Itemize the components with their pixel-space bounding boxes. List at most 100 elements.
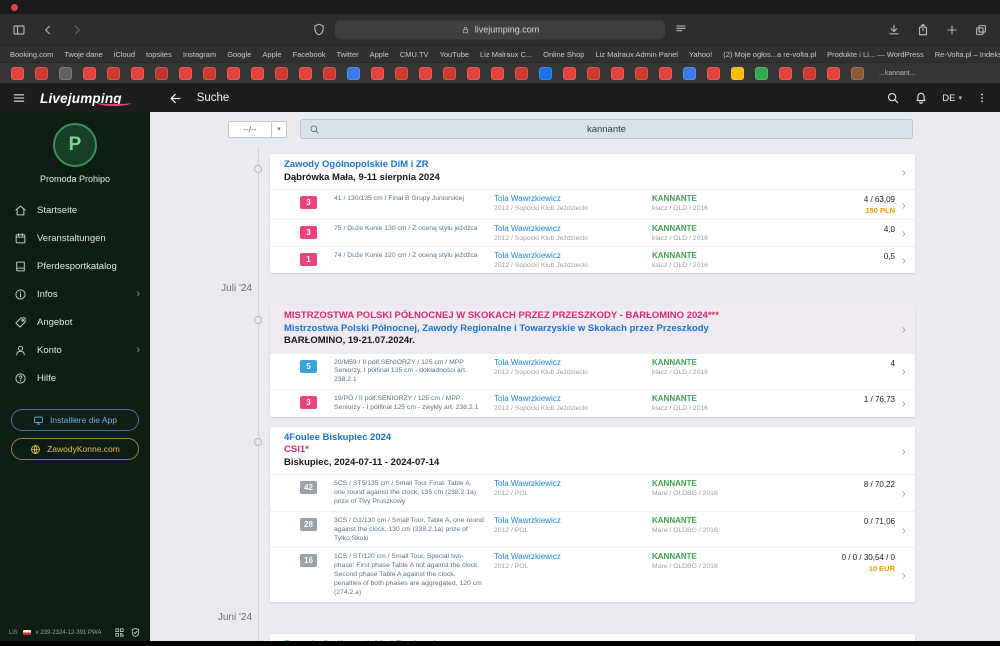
favorite-favicon[interactable] [323,66,336,80]
search-icon[interactable] [886,91,900,105]
favorite-favicon[interactable] [611,66,624,80]
bookmark-item[interactable]: (2) Moje ogłos...a re-volta.pl [723,50,816,59]
forward-nav-icon[interactable] [70,23,84,37]
rider-name[interactable]: Tola Wawrzkiewicz [494,394,642,403]
sidebar-toggle-icon[interactable] [12,23,26,37]
rider-name[interactable]: Tola Wawrzkiewicz [494,552,642,561]
sidebar-item-infos[interactable]: Infos › [0,280,150,308]
bookmark-item[interactable]: Apple [370,50,389,59]
bookmark-item[interactable]: Google [227,50,251,59]
bookmark-item[interactable]: Twoje dane [64,50,102,59]
privacy-shield-icon[interactable] [312,23,326,37]
kebab-menu-icon[interactable] [976,91,988,105]
favorites-tab-label[interactable]: ...kannant... [879,70,916,77]
notifications-bell-icon[interactable] [914,91,928,105]
favorite-favicon[interactable] [827,66,840,80]
result-row[interactable]: 3 19/PÓ / II półf.SENIORZY / 125 cm / MPP… [270,390,915,417]
favorite-favicon[interactable] [59,66,72,80]
shield-check-icon[interactable] [130,627,141,638]
favorite-favicon[interactable] [35,66,48,80]
bookmark-item[interactable]: Facebook [293,50,326,59]
bookmark-item[interactable]: Produkte i Li... — WordPress [827,50,924,59]
date-dropdown-caret[interactable]: ▾ [272,120,287,138]
favorite-favicon[interactable] [419,66,432,80]
horse-name[interactable]: KANNANTE [652,358,789,367]
date-filter-input[interactable]: --/-- [228,120,272,138]
favorite-favicon[interactable] [635,66,648,80]
bookmark-item[interactable]: Liz Malraux Admin Panel [595,50,678,59]
favorite-favicon[interactable] [755,66,768,80]
rider-name[interactable]: Tola Wawrzkiewicz [494,251,642,260]
back-nav-icon[interactable] [41,23,55,37]
bookmark-item[interactable]: Re-Volta.pl – Indeks [935,50,1000,59]
result-row[interactable]: 28 3CS / G1/130 cm / Small Tour, Table A,… [270,512,915,549]
bookmark-item[interactable]: Instagram [183,50,216,59]
sidebar-item-startseite[interactable]: Startseite [0,196,150,224]
favorite-favicon[interactable] [395,66,408,80]
language-selector[interactable]: DE ▾ [942,93,962,104]
bookmark-item[interactable]: iCloud [114,50,135,59]
horse-name[interactable]: KANNANTE [652,394,789,403]
favorite-favicon[interactable] [83,66,96,80]
horse-name[interactable]: KANNANTE [652,479,789,488]
qr-code-icon[interactable] [114,627,125,638]
favorite-favicon[interactable] [347,66,360,80]
horse-name[interactable]: KANNANTE [652,194,789,203]
avatar[interactable]: P [53,123,97,167]
horse-name[interactable]: KANNANTE [652,224,789,233]
horse-name[interactable]: KANNANTE [652,251,789,260]
sidebar-item-veranstaltungen[interactable]: Veranstaltungen [0,224,150,252]
favorite-favicon[interactable] [851,66,864,80]
rider-name[interactable]: Tola Wawrzkiewicz [494,516,642,525]
zawodykonne-button[interactable]: ZawodyKonne.com [11,438,139,460]
back-button[interactable] [168,91,183,106]
new-tab-icon[interactable] [945,23,959,37]
result-row[interactable]: 3 75 / Duże Konie 130 cm / Z oceną stylu … [270,220,915,248]
favorite-favicon[interactable] [707,66,720,80]
horse-name[interactable]: KANNANTE [652,516,789,525]
rider-name[interactable]: Tola Wawrzkiewicz [494,358,642,367]
search-input[interactable]: kannante [300,119,913,139]
sidebar-item-pferdesportkatalog[interactable]: Pferdesportkatalog [0,252,150,280]
app-logo[interactable]: Livejumping [40,91,131,106]
favorite-favicon[interactable] [203,66,216,80]
bookmark-item[interactable]: CMU.TV [400,50,429,59]
address-bar[interactable]: livejumping.com [335,20,665,39]
bookmark-item[interactable]: YouTube [440,50,469,59]
horse-name[interactable]: KANNANTE [652,552,789,561]
event-header[interactable]: 4Foulee Biskupiec 2024 CSI1* Biskupiec, 20… [270,427,915,476]
bookmark-item[interactable]: Booking.com [10,50,53,59]
result-row[interactable]: 16 1CS / ST/120 cm / Small Tour, Special … [270,548,915,601]
favorite-favicon[interactable] [179,66,192,80]
result-row[interactable]: 1 74 / Duże Konie 120 cm / Z oceną stylu … [270,247,915,273]
bookmark-item[interactable]: Twitter [337,50,359,59]
sidebar-item-konto[interactable]: Konto › [0,336,150,364]
share-icon[interactable] [916,23,930,37]
favorite-favicon[interactable] [803,66,816,80]
favorite-favicon[interactable] [779,66,792,80]
favorite-favicon[interactable] [443,66,456,80]
bookmark-item[interactable]: Apple [262,50,281,59]
favorite-favicon[interactable] [155,66,168,80]
bookmark-item[interactable]: Yahoo! [689,50,712,59]
favorite-favicon[interactable] [371,66,384,80]
favorite-favicon[interactable] [227,66,240,80]
favorite-favicon[interactable] [683,66,696,80]
favorite-favicon[interactable] [563,66,576,80]
favorite-favicon[interactable] [131,66,144,80]
tab-overview-icon[interactable] [974,23,988,37]
sidebar-item-angebot[interactable]: Angebot [0,308,150,336]
install-app-button[interactable]: Installiere die App [11,409,139,431]
reader-icon[interactable] [674,23,688,37]
downloads-icon[interactable] [887,23,901,37]
event-header[interactable]: MISTRZOSTWA POLSKI PÓŁNOCNEJ W SKOKACH P… [270,305,915,354]
favorite-favicon[interactable] [251,66,264,80]
favorite-favicon[interactable] [11,66,24,80]
favorite-favicon[interactable] [731,66,744,80]
menu-hamburger-icon[interactable] [12,91,26,105]
favorite-favicon[interactable] [275,66,288,80]
favorite-favicon[interactable] [491,66,504,80]
bookmark-item[interactable]: topsites [146,50,172,59]
result-row[interactable]: 3 41 / 130/135 cm / Finał B Grupy Juniors… [270,190,915,221]
rider-name[interactable]: Tola Wawrzkiewicz [494,479,642,488]
